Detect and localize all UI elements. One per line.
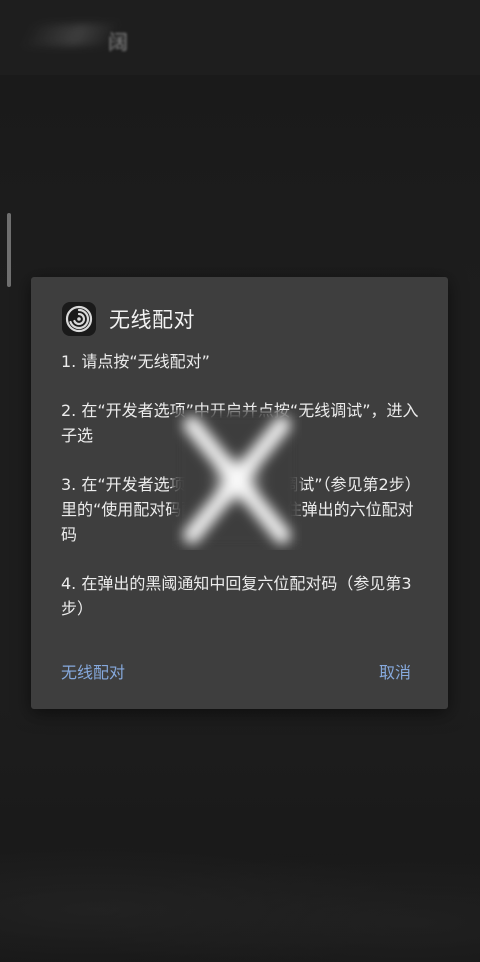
wireless-pairing-dialog: 无线配对 1. 请点按“无线配对” 2. 在“开发者选项”中开启并点按“无线调试… [31,277,448,709]
step-4: 4. 在弹出的黑阈通知中回复六位配对码（参见第3步） [61,574,412,618]
screen: 阔 无线配对 1. 请点按“无线配对” 2. 在“开发者选项”中开启并点按“无线… [0,0,480,962]
dialog-actions: 无线配对 取消 [61,659,411,683]
background-app-header: 阔 [0,0,480,75]
dialog-title: 无线配对 [109,308,195,332]
wireless-pair-button[interactable]: 无线配对 [61,659,125,683]
scroll-indicator[interactable] [7,213,11,287]
step-3: 3. 在“开发者选项”中点按“无线调试”（参见第2步）里的“使用配对码配对设备”… [61,475,421,544]
cancel-button[interactable]: 取消 [379,659,411,683]
step-1: 1. 请点按“无线配对” [61,352,210,371]
background-bottom [0,830,480,962]
blurred-title-smear [20,24,118,46]
dialog-header: 无线配对 [62,301,195,337]
background-app-title: 阔 [108,30,128,54]
dialog-message: 1. 请点按“无线配对” 2. 在“开发者选项”中开启并点按“无线调试”，进入子… [61,349,426,621]
step-2: 2. 在“开发者选项”中开启并点按“无线调试”，进入子选 [61,401,419,445]
swirl-app-icon [62,302,96,336]
